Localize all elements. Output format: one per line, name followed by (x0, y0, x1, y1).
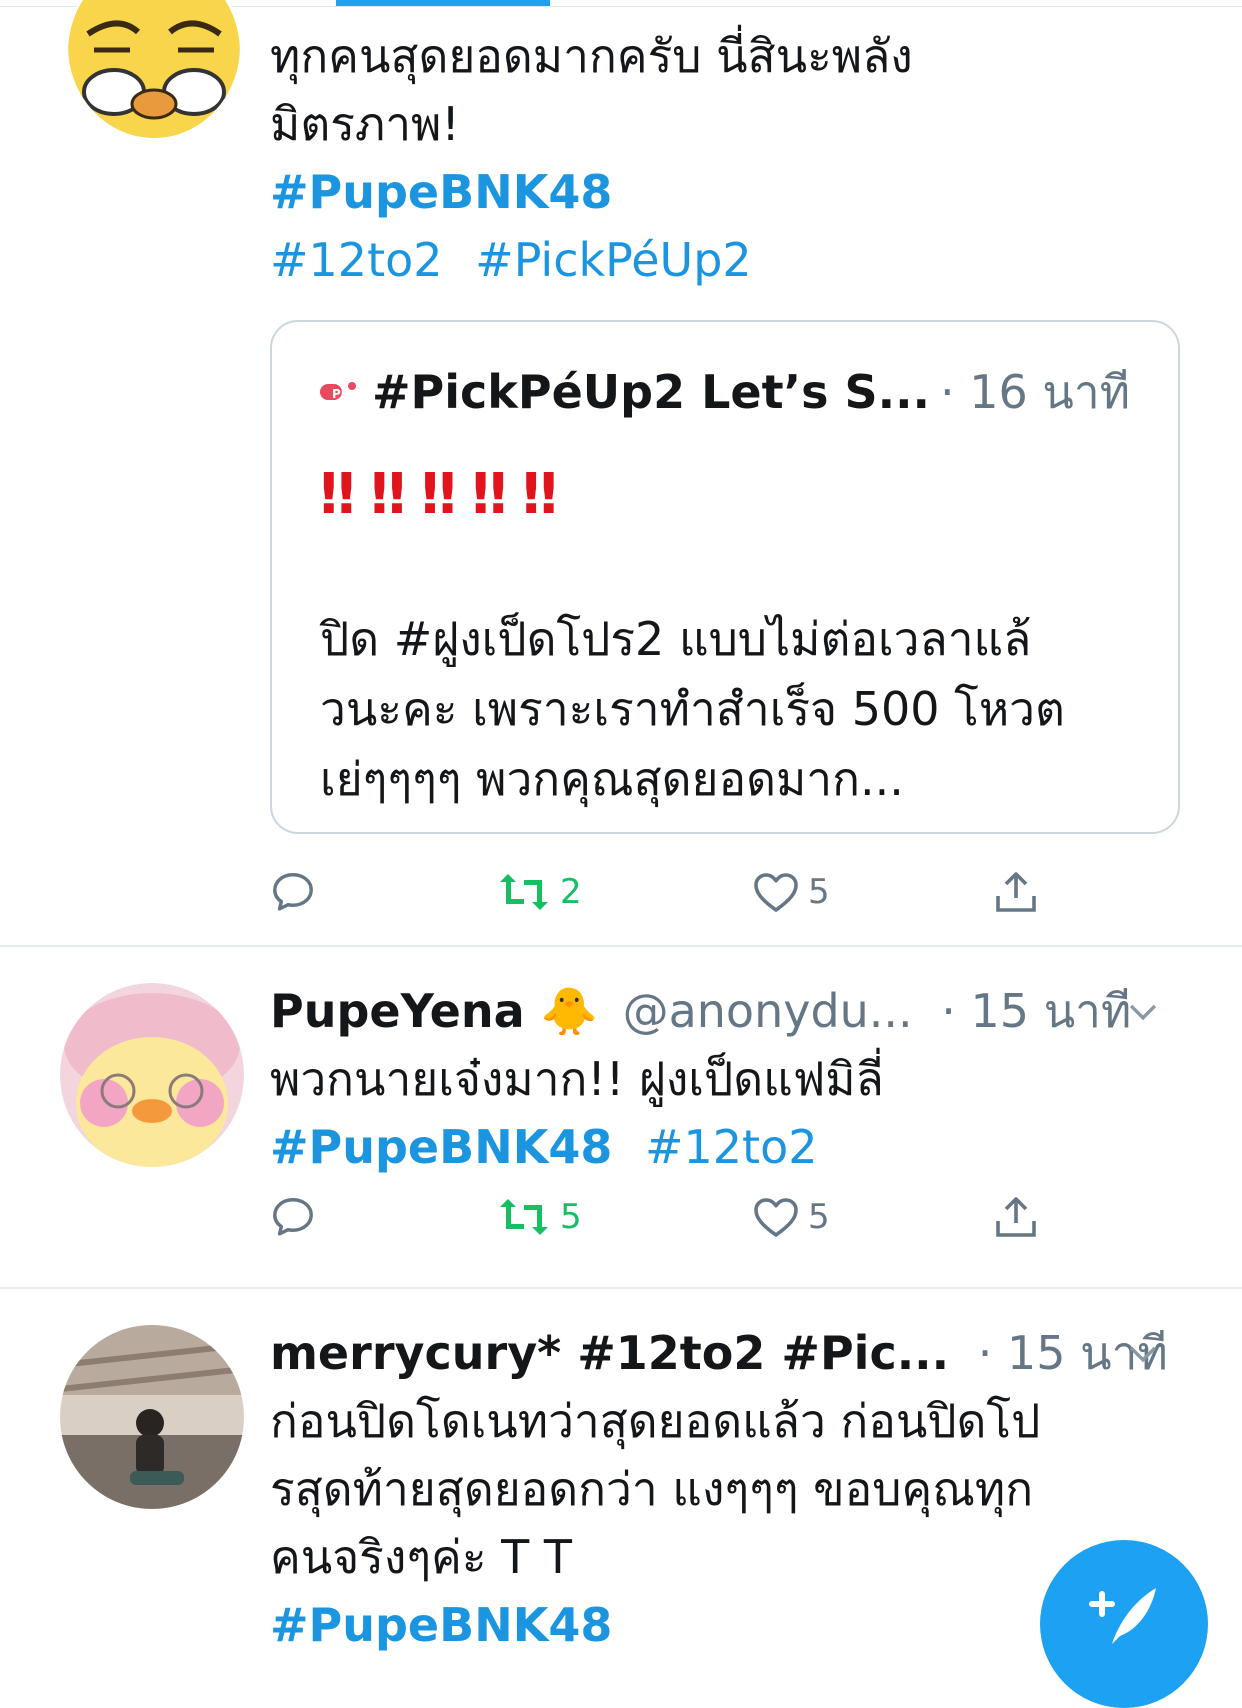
tweet-text-line: ทุกคนสุดยอดมากครับ นี่สินะพลัง (270, 29, 913, 83)
tweet-1[interactable]: ทุกคนสุดยอดมากครับ นี่สินะพลัง มิตรภาพ! … (0, 0, 1242, 945)
hashtag-link[interactable]: #PickPéUp2 (475, 233, 752, 287)
tweet-header: merrycury* #12to2 #Pic... · 15 นาที (270, 1319, 1190, 1387)
duck-avatar-image (68, 0, 240, 138)
avatar[interactable] (60, 983, 244, 1167)
exclamation-emojis: ‼ ‼ ‼ ‼ ‼ (320, 462, 558, 527)
reply-icon (273, 873, 313, 911)
hashtag-link[interactable]: #PupeBNK48 (270, 165, 612, 219)
chevron-down-icon[interactable] (1126, 1331, 1160, 1375)
retweet-button[interactable]: 2 (496, 862, 582, 922)
timestamp: · 15 นาที (941, 984, 1132, 1038)
reply-button[interactable] (270, 862, 324, 922)
share-icon (996, 872, 1036, 912)
hashtag-link[interactable]: #12to2 (645, 1120, 818, 1174)
compose-tweet-button[interactable] (1040, 1540, 1208, 1708)
heart-icon (754, 873, 798, 912)
heart-icon (754, 1198, 798, 1237)
retweet-icon (500, 874, 548, 910)
hashtag-link[interactable]: #12to2 (270, 233, 443, 287)
chevron-down-icon[interactable] (1126, 989, 1160, 1033)
retweet-icon (500, 1199, 548, 1235)
person-avatar-image (60, 1325, 244, 1509)
like-button[interactable]: 5 (752, 1187, 830, 1247)
quoted-avatar-icon: PE (320, 382, 356, 401)
quoted-tweet-text: ปิด #ฝูงเป็ดโปร2 แบบไม่ต่อเวลาแล้ วนะคะ … (320, 604, 1140, 814)
reply-icon (273, 1198, 313, 1236)
display-name[interactable]: PupeYena 🐥 (270, 984, 598, 1038)
reply-button[interactable] (270, 1187, 324, 1247)
hashtag-link[interactable]: #PupeBNK48 (270, 1598, 612, 1652)
tweet-text-line: มิตรภาพ! (270, 97, 460, 151)
quoted-text-line: ปิด #ฝูงเป็ดโปร2 แบบไม่ต่อเวลาแล้ (320, 612, 1032, 666)
retweet-count: 5 (560, 1197, 582, 1237)
duck-avatar-image (60, 983, 244, 1167)
quoted-text-line: วนะคะ เพราะเราทำสำเร็จ 500 โหวต (320, 682, 1065, 736)
share-icon (996, 1197, 1036, 1237)
like-button[interactable]: 5 (752, 862, 830, 922)
quoted-tweet-card[interactable]: PE #PickPéUp2 Let’s S... · 16 นาที ‼ ‼ ‼… (270, 320, 1180, 834)
tweet-text-line: ก่อนปิดโดเนทว่าสุดยอดแล้ว ก่อนปิดโป (270, 1394, 1041, 1448)
quoted-display-name: #PickPéUp2 Let’s S... (372, 365, 931, 419)
display-name[interactable]: merrycury* #12to2 #Pic... (270, 1326, 949, 1380)
tweet-header: PupeYena 🐥 @anonydu... · 15 นาที (270, 977, 1190, 1045)
share-button[interactable] (992, 862, 1040, 922)
avatar[interactable] (60, 1325, 244, 1509)
hashtag-link[interactable]: #PupeBNK48 (270, 1120, 612, 1174)
retweet-button[interactable]: 5 (496, 1187, 582, 1247)
tweet-text-line: พวกนายเจ๋งมาก!! ฝูงเป็ดแฟมิลี่ (270, 1052, 884, 1106)
quoted-text-line: เย่ๆๆๆๆ พวกคุณสุดยอดมาก... (320, 752, 904, 806)
user-handle[interactable]: @anonydu... (623, 984, 913, 1038)
tweet-actions: 5 5 (270, 1187, 1070, 1247)
quoted-tweet-header: PE #PickPéUp2 Let’s S... · 16 นาที (320, 358, 1150, 426)
tweet-actions: 2 5 (270, 862, 1070, 922)
share-button[interactable] (992, 1187, 1040, 1247)
tweet-text-line: รสุดท้ายสุดยอดกว่า แงๆๆๆ ขอบคุณทุก (270, 1462, 1034, 1516)
like-count: 5 (808, 872, 830, 912)
tweet-2[interactable]: PupeYena 🐥 @anonydu... · 15 นาที พวกนายเ… (0, 947, 1242, 1287)
quoted-timestamp: · 16 นาที (940, 365, 1131, 419)
avatar[interactable] (68, 0, 240, 138)
like-count: 5 (808, 1197, 830, 1237)
svg-text:PE: PE (332, 387, 349, 401)
compose-icon (1089, 1588, 1156, 1644)
retweet-count: 2 (560, 872, 582, 912)
